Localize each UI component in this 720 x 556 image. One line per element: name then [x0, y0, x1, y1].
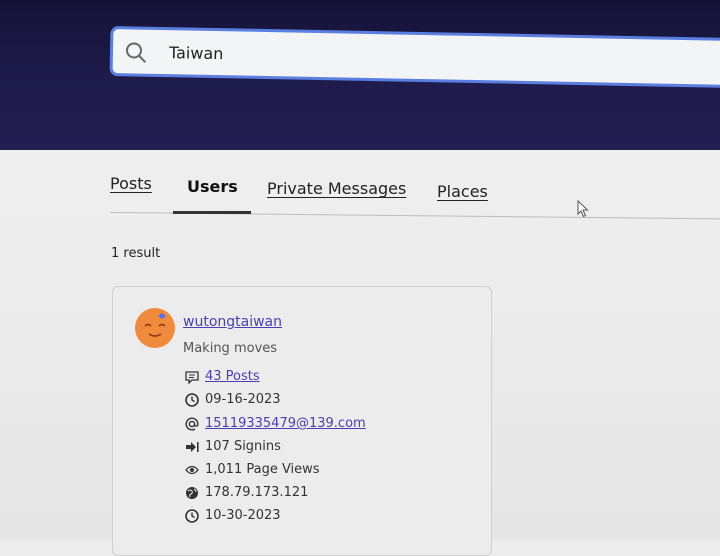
joined-date: 09-16-2023: [205, 392, 281, 407]
tab-places[interactable]: Places: [437, 182, 488, 201]
username-link[interactable]: wutongtaiwan: [183, 314, 282, 330]
speech-bubble-icon: [185, 371, 199, 384]
active-tab-indicator: [173, 211, 251, 214]
header-bar: [0, 0, 720, 158]
ip-address: 178.79.173.121: [205, 485, 309, 500]
globe-icon: [186, 487, 198, 499]
tab-posts[interactable]: Posts: [110, 174, 152, 193]
user-tagline: Making moves: [183, 341, 278, 356]
posts-count-link[interactable]: 43 Posts: [205, 369, 260, 384]
mouse-cursor-icon: [577, 200, 589, 218]
at-sign-icon: [185, 417, 199, 431]
search-input[interactable]: [166, 38, 572, 74]
clock-icon: [185, 393, 199, 407]
eye-icon: [185, 465, 199, 475]
clock-icon: [185, 509, 199, 523]
tab-users[interactable]: Users: [187, 177, 238, 196]
tab-private-messages[interactable]: Private Messages: [267, 179, 406, 198]
search-tabs: Posts Users Private Messages Places: [109, 168, 720, 220]
avatar[interactable]: [134, 307, 176, 349]
signins-count: 107 Signins: [205, 439, 281, 454]
user-result-card: wutongtaiwan Making moves 43 Posts 09-16…: [112, 286, 492, 556]
page-views-count: 1,011 Page Views: [205, 462, 320, 477]
search-icon: [126, 42, 146, 63]
sign-in-arrow-icon: [186, 442, 199, 452]
search-bar[interactable]: [109, 26, 720, 88]
last-seen-date: 10-30-2023: [205, 508, 281, 523]
result-count: 1 result: [111, 246, 161, 261]
email-link[interactable]: 15119335479@139.com: [205, 416, 366, 431]
